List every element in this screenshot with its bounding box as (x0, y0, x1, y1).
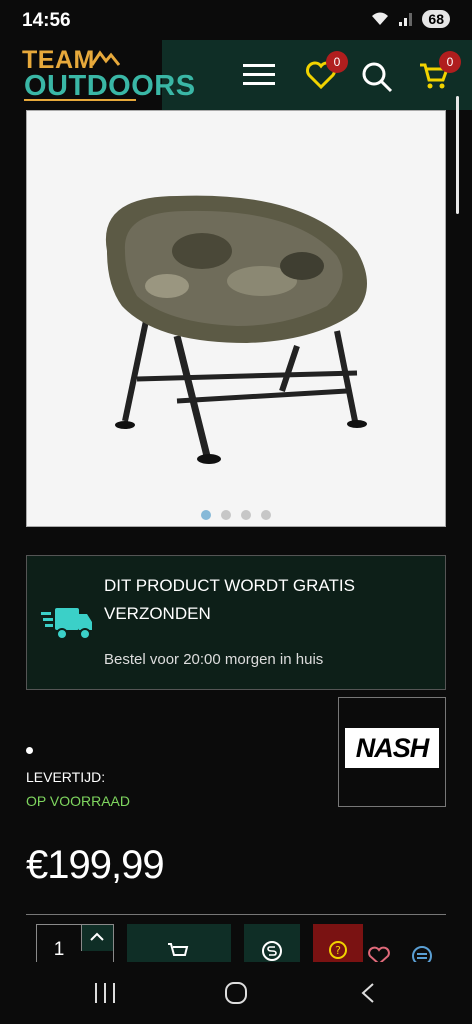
delivery-time-label: LEVERTIJD: (26, 769, 106, 785)
back-icon[interactable] (360, 982, 376, 1004)
question-icon: ? (329, 941, 347, 959)
mountain-logo-icon (92, 50, 120, 66)
brand-logo-box[interactable]: NASH (338, 697, 446, 807)
signal-icon (399, 13, 413, 26)
status-bar: 14:56 68 (0, 0, 472, 40)
question-button[interactable]: ? (313, 924, 363, 964)
delivery-truck-icon (41, 608, 92, 640)
dollar-coin-icon (262, 941, 282, 961)
product-image-gallery[interactable] (26, 110, 446, 527)
battery-indicator: 68 (422, 10, 450, 28)
stock-status: OP VOORRAAD (26, 793, 130, 809)
svg-text:?: ? (335, 944, 341, 957)
system-navigation-bar (0, 962, 472, 1024)
wifi-icon (372, 12, 389, 25)
divider (26, 914, 446, 915)
list-bullet (26, 747, 33, 754)
site-logo[interactable]: TEAM OUTDOORS (0, 40, 195, 110)
logo-underline (24, 99, 136, 101)
quantity-increase-button[interactable] (81, 925, 113, 951)
search-icon[interactable] (361, 61, 393, 93)
wishlist-count-badge: 0 (326, 51, 348, 73)
shipping-subtitle: Bestel voor 20:00 morgen in huis (104, 651, 324, 668)
quantity-value[interactable]: 1 (37, 939, 81, 961)
quantity-stepper[interactable]: 1 (36, 924, 114, 964)
menu-icon[interactable] (243, 62, 275, 88)
product-price: €199,99 (26, 843, 165, 887)
gallery-dot[interactable] (261, 510, 271, 520)
chevron-up-icon (90, 932, 104, 941)
free-shipping-notice: DIT PRODUCT WORDT GRATIS VERZONDEN Beste… (26, 555, 446, 690)
gallery-pagination (27, 510, 445, 520)
shipping-title: DIT PRODUCT WORDT GRATIS VERZONDEN (104, 576, 355, 623)
recent-apps-icon[interactable] (93, 982, 117, 1004)
gallery-dot[interactable] (221, 510, 231, 520)
site-header: TEAM OUTDOORS 0 0 (0, 40, 472, 110)
home-icon[interactable] (224, 981, 248, 1005)
status-time: 14:56 (22, 10, 71, 31)
price-info-button[interactable] (244, 924, 300, 964)
camo-moon-chair-image (105, 195, 367, 464)
cart-count-badge: 0 (439, 51, 461, 73)
page-scrollbar[interactable] (456, 96, 459, 214)
gallery-dot[interactable] (241, 510, 251, 520)
system-icons: 68 (370, 10, 450, 28)
add-to-cart-button[interactable] (127, 924, 231, 964)
gallery-dot[interactable] (201, 510, 211, 520)
brand-logo: NASH (345, 728, 439, 768)
cart-icon (168, 943, 189, 956)
